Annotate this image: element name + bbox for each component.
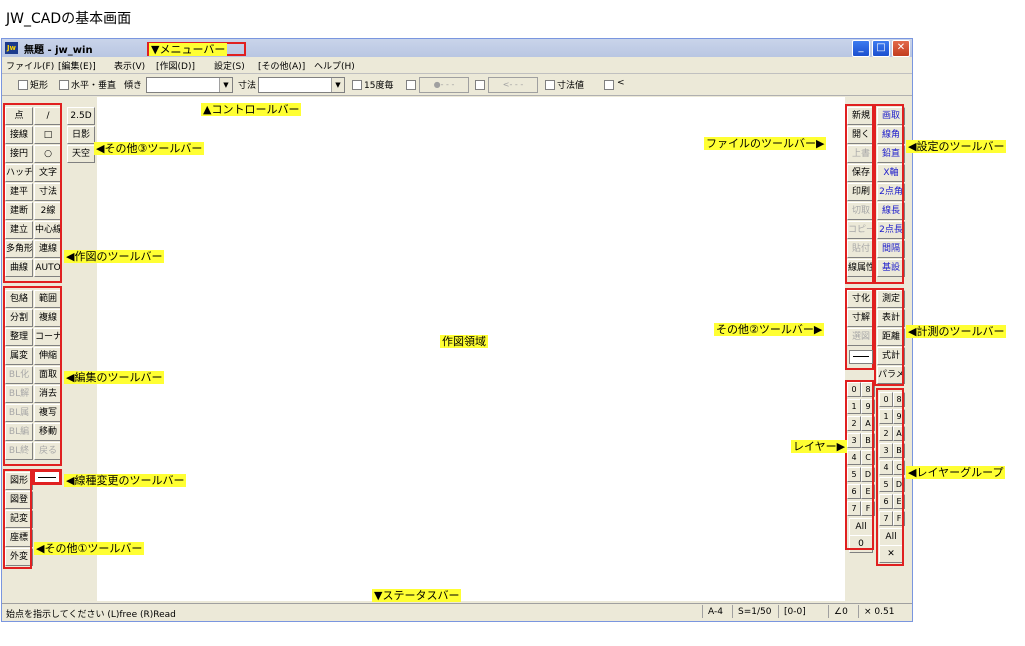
chevron-down-icon[interactable]: ▼ [219,78,232,92]
menu-view[interactable]: 表示(V) [114,59,145,72]
menu-draw[interactable]: [作図(D)] [156,59,195,72]
arrow-label: < [617,78,625,88]
annotation-group: ◀レイヤーグループ [906,466,1006,479]
annotation-area: 作図領域 [440,335,488,348]
title-bar[interactable]: Jw 無題 - jw_win _ □ ✕ [2,39,912,57]
dashed2-checkbox[interactable] [475,80,485,90]
annotation-linetype: ◀線種変更のツールバー [64,474,187,487]
dimval-label: 寸法値 [557,81,585,91]
close-button[interactable]: ✕ [892,40,910,57]
menu-other[interactable]: [その他(A)] [258,59,305,72]
dashed1-checkbox[interactable] [406,80,416,90]
menu-edit[interactable]: [編集(E)] [58,59,96,72]
layer-toolbar-frame [845,380,874,550]
annotation-other1: ◀その他①ツールバー [34,542,145,555]
maximize-button[interactable]: □ [872,40,890,57]
annotation-measure: ◀計測のツールバー [906,325,1007,338]
jw-app-icon[interactable]: Jw [5,42,18,54]
drawing-area[interactable] [97,97,845,601]
menu-help[interactable]: ヘルプ(H) [314,59,355,72]
other1-toolbar-frame [3,469,32,569]
draw-toolbar-frame [3,103,62,283]
other3-tool-button[interactable]: 2.5D [67,107,95,125]
dim-label: 寸法 [238,81,257,91]
hv-label: 水平・垂直 [71,81,117,91]
chevron-down-icon[interactable]: ▼ [331,78,344,92]
menu-bar: ファイル(F) [編集(E)] 表示(V) [作図(D)] 設定(S) [その他… [2,57,912,74]
rect-checkbox[interactable] [18,80,28,90]
annotation-file: ファイルのツールバー▶ [704,137,827,150]
file-toolbar-frame [845,104,874,284]
annotation-control: ▲コントロールバー [201,103,302,116]
dim-combo[interactable]: ▼ [258,77,345,93]
other3-tool-button[interactable]: 天空 [67,145,95,163]
dashed1-button[interactable]: ●- - - [419,77,469,93]
deg15-checkbox[interactable] [352,80,362,90]
page-heading: JW_CADの基本画面 [6,11,132,27]
annotation-settings: ◀設定のツールバー [906,140,1007,153]
window-title: 無題 - jw_win [24,45,93,56]
arrow-checkbox[interactable] [604,80,614,90]
measure-toolbar-frame [874,288,904,386]
status-angle[interactable]: ∠0 [834,607,848,617]
dashed2-button[interactable]: <- - - [488,77,538,93]
menu-settings[interactable]: 設定(S) [214,59,245,72]
settings-toolbar-frame [874,104,904,284]
annotation-layer: レイヤー▶ [791,440,848,453]
status-bar: 始点を指示してください (L)free (R)Read A-4 S=1/50 [… [2,603,912,620]
status-paper[interactable]: A-4 [708,607,723,617]
rect-label: 矩形 [30,81,49,91]
annotation-other2: その他②ツールバー▶ [714,323,825,336]
other3-tool-button[interactable]: 日影 [67,126,95,144]
linetype-pen-right[interactable] [849,350,873,364]
status-layer[interactable]: [0-0] [784,607,806,617]
group-toolbar-frame [876,388,904,566]
minimize-button[interactable]: _ [852,40,870,57]
edit-toolbar-frame [3,286,62,466]
status-scale[interactable]: S=1/50 [738,607,771,617]
tilt-combo[interactable]: ▼ [146,77,233,93]
menu-file[interactable]: ファイル(F) [6,59,54,72]
hv-checkbox[interactable] [59,80,69,90]
annotation-menu: ▼メニューバー [149,43,228,56]
dimval-checkbox[interactable] [545,80,555,90]
linetype-pen[interactable] [34,471,60,483]
status-message: 始点を指示してください (L)free (R)Read [6,610,176,620]
annotation-status: ▼ステータスバー [372,589,462,602]
status-zoom[interactable]: × 0.51 [864,607,894,617]
tilt-label: 傾き [124,81,143,91]
control-bar: 矩形 水平・垂直 傾き ▼ 寸法 ▼ 15度毎 ●- - - <- - - 寸法… [2,74,912,96]
annotation-edit: ◀編集のツールバー [64,371,165,384]
annotation-other3: ◀その他③ツールバー [94,142,205,155]
deg15-label: 15度毎 [364,81,394,91]
annotation-draw: ◀作図のツールバー [64,250,165,263]
